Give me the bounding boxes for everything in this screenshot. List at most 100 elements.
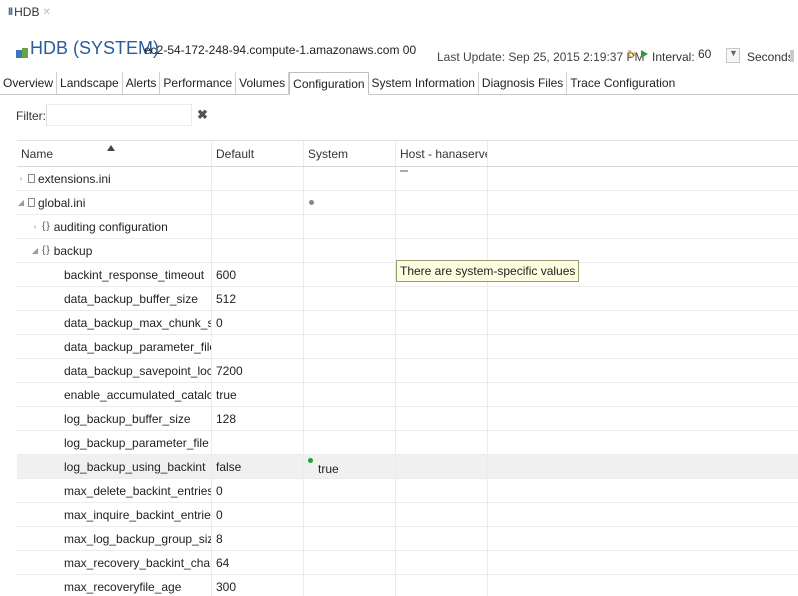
collapse-chevron-icon[interactable]: ◢ bbox=[31, 246, 39, 255]
row-name: max_recovery_backint_channels bbox=[17, 551, 212, 574]
row-name: enable_accumulated_catalog_bac bbox=[17, 383, 212, 406]
tab-system-information[interactable]: System Information bbox=[369, 72, 479, 94]
refresh-icon[interactable]: ↻ bbox=[627, 48, 639, 61]
row-name: global.ini bbox=[38, 195, 86, 210]
editor-tab[interactable]: II HDB ✕ bbox=[0, 0, 798, 24]
table-row[interactable]: data_backup_savepoint_lock_tim 7200 bbox=[17, 359, 798, 383]
table-row[interactable]: max_delete_backint_entries 0 bbox=[17, 479, 798, 503]
table-row[interactable]: max_recoveryfile_age 300 bbox=[17, 575, 798, 596]
row-default: 0 bbox=[212, 311, 304, 334]
table-row[interactable]: data_backup_max_chunk_size 0 bbox=[17, 311, 798, 335]
tab-trace-configuration[interactable]: Trace Configuration bbox=[567, 72, 678, 94]
table-row[interactable]: › extensions.ini bbox=[17, 167, 798, 191]
tab-performance[interactable]: Performance bbox=[160, 72, 237, 94]
table-row[interactable]: log_backup_parameter_file bbox=[17, 431, 798, 455]
table-row[interactable]: enable_accumulated_catalog_bac true bbox=[17, 383, 798, 407]
table-row[interactable]: log_backup_buffer_size 128 bbox=[17, 407, 798, 431]
row-host bbox=[396, 311, 488, 334]
table-row[interactable]: data_backup_parameter_file bbox=[17, 335, 798, 359]
row-host bbox=[396, 575, 488, 596]
tab-landscape[interactable]: Landscape bbox=[57, 72, 123, 94]
row-name: backup bbox=[53, 243, 93, 258]
row-default: 0 bbox=[212, 503, 304, 526]
tab-overview[interactable]: Overview bbox=[0, 72, 58, 94]
tab-configuration[interactable]: Configuration bbox=[289, 72, 369, 95]
row-default: 512 bbox=[212, 287, 304, 310]
collapse-chevron-icon[interactable]: ◢ bbox=[17, 198, 25, 207]
row-default: 8 bbox=[212, 527, 304, 550]
table-row-selected[interactable]: log_backup_using_backint false true bbox=[17, 455, 798, 479]
row-system bbox=[304, 431, 396, 454]
row-host bbox=[396, 383, 488, 406]
table-row[interactable]: ›{} auditing configuration bbox=[17, 215, 798, 239]
row-system bbox=[304, 287, 396, 310]
interval-label: Interval: bbox=[652, 50, 695, 64]
row-system bbox=[304, 263, 396, 286]
editor-page-tabs: Overview Landscape Alerts Performance Vo… bbox=[0, 72, 798, 95]
tab-volumes[interactable]: Volumes bbox=[236, 72, 290, 94]
row-system bbox=[304, 191, 396, 214]
toolbar-overflow-icon[interactable] bbox=[790, 50, 794, 62]
row-name: max_inquire_backint_entries bbox=[17, 503, 212, 526]
host-name: ec2-54-172-248-94.compute-1.amazonaws.co… bbox=[144, 43, 417, 57]
row-system bbox=[304, 479, 396, 502]
expand-chevron-icon[interactable]: › bbox=[31, 222, 39, 231]
row-name: data_backup_buffer_size bbox=[17, 287, 212, 310]
system-values-tooltip: There are system-specific values bbox=[396, 260, 580, 282]
row-name: auditing configuration bbox=[53, 219, 168, 234]
table-header-row: Name Default System Host - hanaserver bbox=[17, 141, 798, 167]
hdb-editor-icon: II bbox=[8, 6, 13, 18]
row-default bbox=[212, 215, 304, 238]
row-host bbox=[396, 215, 488, 238]
row-system: true bbox=[304, 455, 396, 478]
column-header-host[interactable]: Host - hanaserver bbox=[396, 141, 488, 166]
row-name: data_backup_max_chunk_size bbox=[17, 311, 212, 334]
filter-input[interactable] bbox=[46, 104, 192, 126]
row-system bbox=[304, 359, 396, 382]
row-system bbox=[304, 167, 396, 190]
auto-refresh-play-icon[interactable] bbox=[641, 50, 648, 58]
tab-close-icon[interactable]: ✕ bbox=[42, 7, 50, 18]
row-name: max_recoveryfile_age bbox=[17, 575, 212, 596]
row-default bbox=[212, 191, 304, 214]
clear-filter-icon[interactable]: ✖ bbox=[197, 107, 208, 123]
table-row[interactable]: max_log_backup_group_size 8 bbox=[17, 527, 798, 551]
table-row[interactable]: max_inquire_backint_entries 0 bbox=[17, 503, 798, 527]
row-system bbox=[304, 551, 396, 574]
file-icon bbox=[28, 174, 35, 183]
row-default bbox=[212, 335, 304, 358]
row-host bbox=[396, 287, 488, 310]
row-name: max_log_backup_group_size bbox=[17, 527, 212, 550]
row-host bbox=[396, 359, 488, 382]
table-row[interactable]: ◢ global.ini bbox=[17, 191, 798, 215]
row-name: backint_response_timeout bbox=[17, 263, 212, 286]
expand-chevron-icon[interactable]: › bbox=[17, 174, 25, 183]
row-host bbox=[396, 479, 488, 502]
editor-tab-label: HDB bbox=[14, 5, 40, 19]
tab-alerts[interactable]: Alerts bbox=[123, 72, 161, 94]
system-title: HDB (SYSTEM) bbox=[30, 38, 160, 58]
last-update-text: Last Update: Sep 25, 2015 2:19:37 PM bbox=[437, 50, 645, 64]
interval-dropdown-button[interactable]: ▼ bbox=[726, 48, 740, 63]
sort-ascending-icon bbox=[107, 145, 115, 151]
table-row[interactable]: max_recovery_backint_channels 64 bbox=[17, 551, 798, 575]
column-header-default[interactable]: Default bbox=[212, 141, 304, 166]
row-host bbox=[396, 191, 488, 214]
filter-label: Filter: bbox=[16, 109, 46, 123]
row-system bbox=[304, 503, 396, 526]
row-host bbox=[396, 455, 488, 478]
system-value-marker-icon bbox=[309, 200, 314, 205]
column-header-name[interactable]: Name bbox=[17, 141, 212, 166]
table-row[interactable]: data_backup_buffer_size 512 bbox=[17, 287, 798, 311]
tab-diagnosis-files[interactable]: Diagnosis Files bbox=[479, 72, 568, 94]
file-icon bbox=[28, 198, 35, 207]
section-braces-icon: {} bbox=[42, 245, 51, 256]
row-host bbox=[396, 503, 488, 526]
interval-value[interactable]: 60 bbox=[698, 47, 711, 61]
row-host bbox=[396, 431, 488, 454]
row-default: 128 bbox=[212, 407, 304, 430]
seconds-label: Seconds bbox=[747, 50, 794, 64]
row-default: 600 bbox=[212, 263, 304, 286]
row-default: 0 bbox=[212, 479, 304, 502]
column-header-system[interactable]: System bbox=[304, 141, 396, 166]
